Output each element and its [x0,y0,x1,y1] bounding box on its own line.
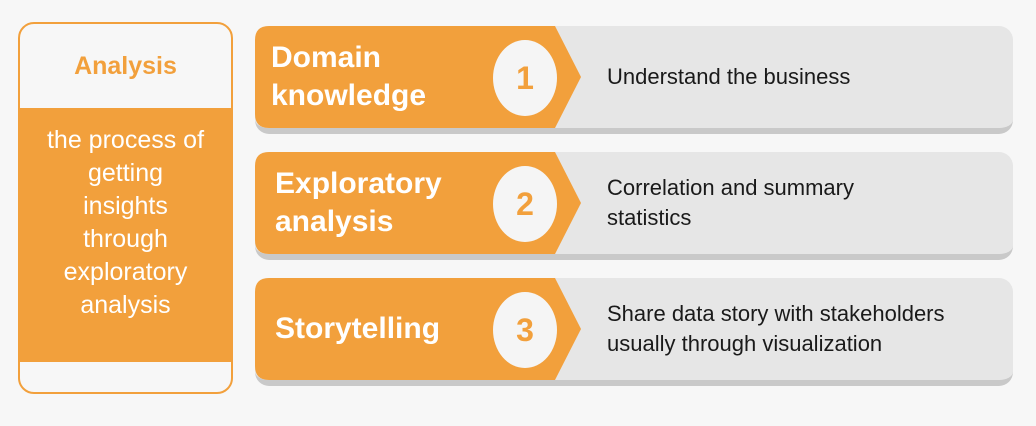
analysis-description-line: exploratory [63,258,188,286]
step-title: Domain knowledge [271,26,491,128]
step-title-line: Exploratory [275,167,442,200]
step-description-line: Share data story with stakeholders [607,301,945,326]
analysis-title: Analysis [74,51,177,80]
step-description-line: Correlation and summary [607,175,854,200]
step-title-line: knowledge [271,79,427,112]
step-description: Correlation and summary statistics [607,152,1007,254]
analysis-description-line: through [83,225,168,253]
step-description-line: statistics [607,205,692,230]
step-number-badge: 3 [493,292,557,368]
analysis-description-line: insights [83,192,168,220]
step-row-2: Exploratory analysis 2 Correlation and s… [255,152,1013,260]
analysis-description-line: the process of [46,126,205,154]
analysis-card: Analysis the process of getting insights… [18,22,233,394]
step-number-badge: 1 [493,40,557,116]
step-description-line: usually through visualization [607,331,883,356]
analysis-description-line: analysis [80,291,171,319]
step-description: Understand the business [607,26,1007,128]
analysis-description-line: getting [87,159,164,187]
step-description: Share data story with stakeholders usual… [607,278,1007,380]
analysis-description: the process of getting insights through … [20,108,231,362]
step-row-1: Domain knowledge 1 Understand the busine… [255,26,1013,134]
step-title-line: Storytelling [275,312,441,345]
step-number-badge: 2 [493,166,557,242]
step-title-line: analysis [275,205,394,238]
step-title: Exploratory analysis [275,152,495,254]
step-title-line: Domain [271,41,382,74]
step-description-line: Understand the business [607,64,851,89]
step-row-3: Storytelling 3 Share data story with sta… [255,278,1013,386]
step-title: Storytelling [275,278,495,380]
